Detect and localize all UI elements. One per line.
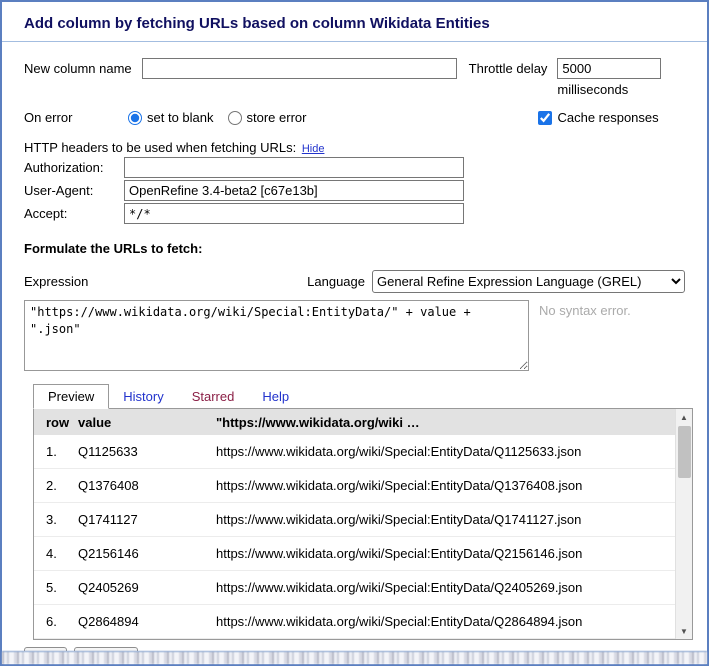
row-value: Q2156146 bbox=[72, 537, 210, 571]
table-row: 2. Q1376408 https://www.wikidata.org/wik… bbox=[34, 469, 675, 503]
set-to-blank-radio[interactable] bbox=[128, 111, 142, 125]
cache-responses-checkbox[interactable] bbox=[538, 111, 552, 125]
name-throttle-row: New column name Throttle delay milliseco… bbox=[24, 58, 685, 97]
tab-help[interactable]: Help bbox=[248, 385, 303, 408]
formulate-urls-label: Formulate the URLs to fetch: bbox=[24, 241, 685, 256]
scroll-up-icon[interactable]: ▲ bbox=[676, 409, 692, 425]
table-row: 1. Q1125633 https://www.wikidata.org/wik… bbox=[34, 435, 675, 469]
row-index: 2. bbox=[34, 469, 72, 503]
scroll-down-icon[interactable]: ▼ bbox=[676, 623, 692, 639]
language-label: Language bbox=[307, 274, 365, 289]
column-header-value: value bbox=[72, 409, 210, 435]
on-error-label: On error bbox=[24, 110, 128, 125]
new-column-name-label: New column name bbox=[24, 58, 132, 76]
accept-label: Accept: bbox=[24, 206, 124, 221]
cache-responses-option[interactable]: Cache responses bbox=[538, 110, 658, 125]
row-result: https://www.wikidata.org/wiki/Special:En… bbox=[210, 605, 675, 639]
dialog-title: Add column by fetching URLs based on col… bbox=[24, 15, 490, 32]
background-page-strip bbox=[2, 651, 707, 664]
row-value: Q2405269 bbox=[72, 571, 210, 605]
row-value: Q2901301 bbox=[72, 639, 210, 640]
table-header-row: row value "https://www.wikidata.org/wiki… bbox=[34, 409, 675, 435]
throttle-delay-group: milliseconds bbox=[557, 58, 661, 97]
syntax-status: No syntax error. bbox=[539, 300, 631, 318]
preview-tabs-section: Preview History Starred Help row value "… bbox=[33, 384, 693, 640]
add-column-dialog: Add column by fetching URLs based on col… bbox=[2, 2, 707, 651]
row-value: Q1125633 bbox=[72, 435, 210, 469]
store-error-label: store error bbox=[247, 110, 307, 125]
table-row: 3. Q1741127 https://www.wikidata.org/wik… bbox=[34, 503, 675, 537]
table-row: 7. Q2901301 https://www.wikidata.org/wik… bbox=[34, 639, 675, 640]
header-row-user-agent: User-Agent: bbox=[24, 180, 685, 201]
tab-starred[interactable]: Starred bbox=[178, 385, 249, 408]
authorization-label: Authorization: bbox=[24, 160, 124, 175]
language-group: Language General Refine Expression Langu… bbox=[307, 270, 685, 293]
dialog-footer: OK Cancel bbox=[2, 640, 707, 651]
dialog-header: Add column by fetching URLs based on col… bbox=[2, 2, 707, 42]
tab-starred-label: Starred bbox=[192, 389, 235, 404]
row-index: 6. bbox=[34, 605, 72, 639]
table-row: 6. Q2864894 https://www.wikidata.org/wik… bbox=[34, 605, 675, 639]
tab-help-label: Help bbox=[262, 389, 289, 404]
throttle-delay-label: Throttle delay bbox=[469, 58, 548, 76]
cache-responses-label: Cache responses bbox=[557, 110, 658, 125]
authorization-input[interactable] bbox=[124, 157, 464, 178]
header-row-authorization: Authorization: bbox=[24, 157, 685, 178]
scrollbar-thumb[interactable] bbox=[678, 426, 691, 478]
row-value: Q1376408 bbox=[72, 469, 210, 503]
set-to-blank-label: set to blank bbox=[147, 110, 214, 125]
row-index: 3. bbox=[34, 503, 72, 537]
throttle-delay-unit: milliseconds bbox=[557, 82, 661, 97]
expression-language-row: Expression Language General Refine Expre… bbox=[24, 270, 685, 293]
tab-bar: Preview History Starred Help bbox=[33, 384, 693, 409]
on-error-row: On error set to blank store error Cache … bbox=[24, 110, 685, 125]
column-header-expression: "https://www.wikidata.org/wiki … bbox=[210, 409, 675, 435]
expression-textarea[interactable]: "https://www.wikidata.org/wiki/Special:E… bbox=[24, 300, 529, 371]
row-result: https://www.wikidata.org/wiki/Special:En… bbox=[210, 435, 675, 469]
on-error-set-to-blank-option[interactable]: set to blank bbox=[128, 110, 214, 125]
vertical-scrollbar[interactable]: ▲ ▼ bbox=[675, 409, 692, 639]
header-row-accept: Accept: bbox=[24, 203, 685, 224]
user-agent-label: User-Agent: bbox=[24, 183, 124, 198]
on-error-store-error-option[interactable]: store error bbox=[228, 110, 307, 125]
store-error-radio[interactable] bbox=[228, 111, 242, 125]
hide-link[interactable]: Hide bbox=[302, 143, 325, 155]
preview-table: row value "https://www.wikidata.org/wiki… bbox=[34, 409, 675, 639]
user-agent-input[interactable] bbox=[124, 180, 464, 201]
language-select[interactable]: General Refine Expression Language (GREL… bbox=[372, 270, 685, 293]
http-headers-label: HTTP headers to be used when fetching UR… bbox=[24, 140, 296, 155]
expression-area: "https://www.wikidata.org/wiki/Special:E… bbox=[24, 300, 685, 371]
row-result: https://www.wikidata.org/wiki/Special:En… bbox=[210, 571, 675, 605]
tab-preview-label: Preview bbox=[48, 389, 94, 404]
dialog-frame: Add column by fetching URLs based on col… bbox=[0, 0, 709, 666]
row-result: https://www.wikidata.org/wiki/Special:En… bbox=[210, 639, 675, 640]
tab-preview[interactable]: Preview bbox=[33, 384, 109, 409]
row-index: 5. bbox=[34, 571, 72, 605]
row-result: https://www.wikidata.org/wiki/Special:En… bbox=[210, 503, 675, 537]
column-header-row: row bbox=[34, 409, 72, 435]
throttle-delay-input[interactable] bbox=[557, 58, 661, 79]
table-row: 5. Q2405269 https://www.wikidata.org/wik… bbox=[34, 571, 675, 605]
row-result: https://www.wikidata.org/wiki/Special:En… bbox=[210, 469, 675, 503]
dialog-body: New column name Throttle delay milliseco… bbox=[2, 42, 707, 640]
new-column-name-input[interactable] bbox=[142, 58, 457, 79]
row-index: 1. bbox=[34, 435, 72, 469]
row-index: 7. bbox=[34, 639, 72, 640]
row-index: 4. bbox=[34, 537, 72, 571]
row-value: Q1741127 bbox=[72, 503, 210, 537]
tab-history[interactable]: History bbox=[109, 385, 177, 408]
tab-history-label: History bbox=[123, 389, 163, 404]
http-headers-title: HTTP headers to be used when fetching UR… bbox=[24, 140, 685, 155]
accept-input[interactable] bbox=[124, 203, 464, 224]
row-result: https://www.wikidata.org/wiki/Special:En… bbox=[210, 537, 675, 571]
expression-label: Expression bbox=[24, 274, 88, 289]
table-row: 4. Q2156146 https://www.wikidata.org/wik… bbox=[34, 537, 675, 571]
preview-table-viewport: row value "https://www.wikidata.org/wiki… bbox=[34, 409, 675, 639]
preview-panel: row value "https://www.wikidata.org/wiki… bbox=[33, 409, 693, 640]
row-value: Q2864894 bbox=[72, 605, 210, 639]
